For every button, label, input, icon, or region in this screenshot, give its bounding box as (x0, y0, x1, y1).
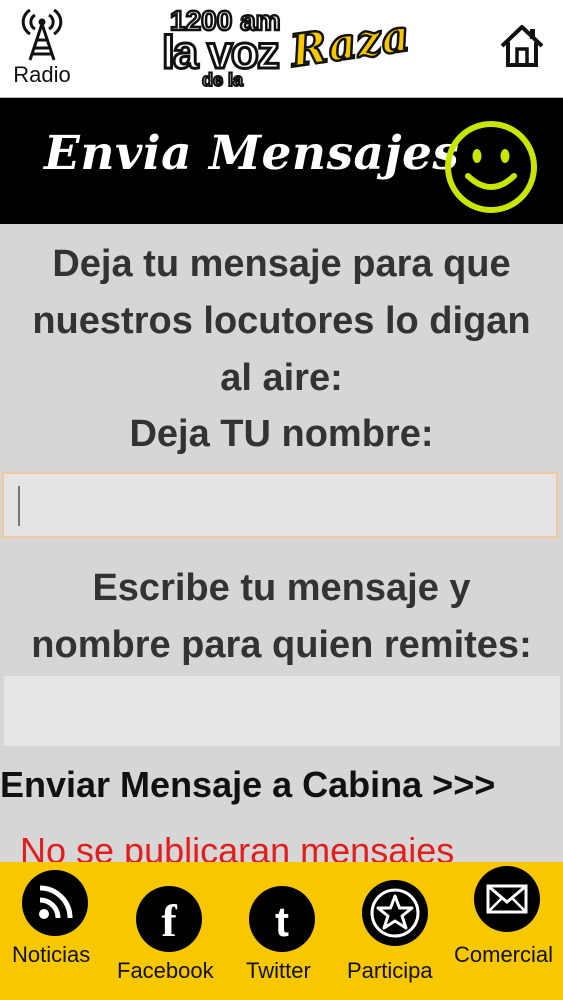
facebook-icon: f (136, 886, 202, 952)
mail-icon (474, 866, 540, 932)
svg-text:Raza: Raza (285, 10, 408, 77)
intro-line: al aire: (220, 357, 343, 399)
nav-item-twitter[interactable]: t Twitter (226, 862, 339, 1000)
intro-line: nuestros locutores lo digan (32, 300, 531, 342)
star-icon (362, 880, 428, 946)
svg-text:de la: de la (202, 70, 244, 90)
name-input[interactable] (2, 472, 558, 538)
radio-button[interactable]: Radio (8, 4, 76, 90)
bottom-nav: Noticias f Facebook t Twitter Participa (0, 862, 563, 1000)
nav-label: Twitter (246, 958, 311, 983)
page-title: Envia Mensajes (44, 126, 460, 181)
nav-item-comercial[interactable]: Comercial (452, 862, 563, 1000)
home-icon (500, 25, 544, 67)
nav-label: Participa (347, 958, 433, 983)
radio-tower-icon (21, 8, 63, 61)
text-caret (18, 486, 20, 526)
message-input[interactable] (4, 676, 560, 746)
message-label: Escribe tu mensaje y nombre para quien r… (0, 560, 563, 674)
nav-item-noticias[interactable]: Noticias (0, 862, 113, 1000)
intro-line: Deja tu mensaje para que (52, 243, 511, 285)
send-message-button[interactable]: Enviar Mensaje a Cabina >>> (0, 764, 563, 806)
message-label-line: Escribe tu mensaje y (92, 567, 471, 609)
name-label: Deja TU nombre: (129, 413, 434, 455)
smiley-icon (445, 121, 537, 213)
nav-item-participa[interactable]: Participa (339, 862, 452, 1000)
svg-text:t: t (275, 898, 289, 945)
radio-label: Radio (13, 62, 71, 87)
message-label-line: nombre para quien remites: (31, 624, 532, 666)
nav-label: Noticias (12, 942, 91, 967)
message-form: Deja tu mensaje para que nuestros locuto… (0, 224, 563, 871)
twitter-icon: t (249, 886, 315, 952)
nav-item-facebook[interactable]: f Facebook (113, 862, 226, 1000)
intro-text: Deja tu mensaje para que nuestros locuto… (0, 236, 563, 407)
station-logo: 1200 am la voz de la Raza (161, 4, 409, 91)
rss-icon (22, 870, 88, 936)
home-button[interactable] (498, 22, 546, 70)
nav-label: Comercial (454, 942, 554, 967)
svg-text:f: f (161, 895, 177, 946)
hero-banner: Envia Mensajes (0, 98, 563, 224)
nav-label: Facebook (117, 958, 214, 983)
top-bar: Radio 1200 am la voz de la Raza (0, 0, 563, 98)
